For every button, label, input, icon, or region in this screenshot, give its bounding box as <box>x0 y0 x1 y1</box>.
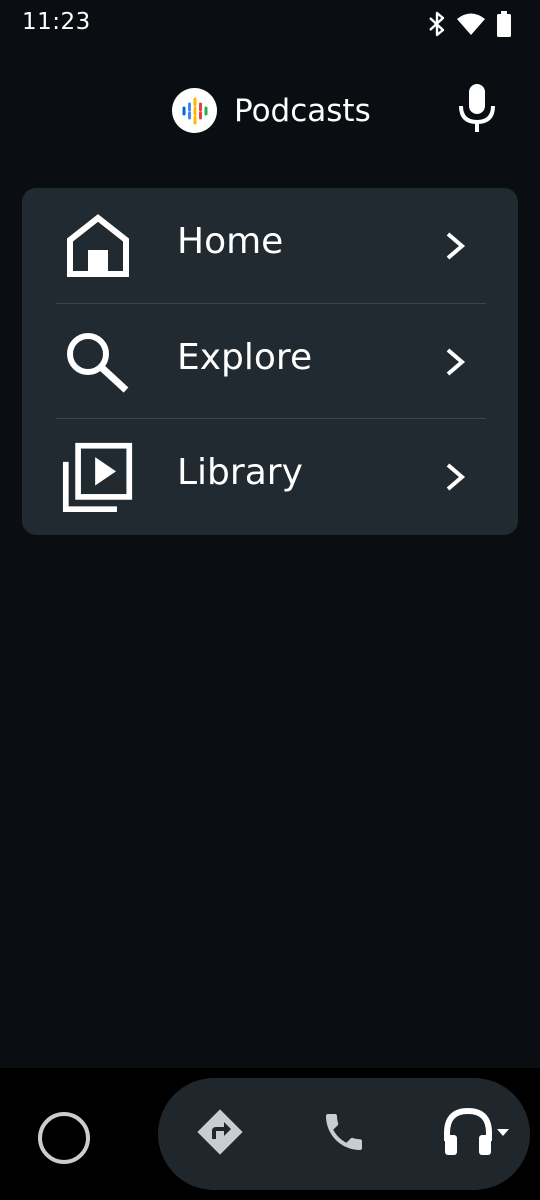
library-icon <box>62 441 134 513</box>
search-icon <box>62 326 134 398</box>
app-title-group: Podcasts <box>172 88 371 133</box>
bottom-nav-bar <box>0 1068 540 1200</box>
app-title: Podcasts <box>234 92 371 129</box>
navigation-button[interactable] <box>188 1104 252 1164</box>
status-icons <box>428 10 512 38</box>
app-header: Podcasts <box>0 74 540 150</box>
home-circle-button[interactable] <box>38 1112 90 1164</box>
chevron-right-icon <box>440 228 470 264</box>
menu-item-library[interactable]: Library <box>22 419 518 534</box>
microphone-icon <box>457 82 497 138</box>
chevron-right-icon <box>440 459 470 495</box>
phone-button[interactable] <box>312 1104 376 1164</box>
menu-item-label: Explore <box>177 337 313 378</box>
nav-pill <box>158 1078 530 1190</box>
menu-item-home[interactable]: Home <box>22 188 518 303</box>
status-time: 11:23 <box>22 9 91 35</box>
android-auto-screen: 11:23 Podcasts Home Explore Library <box>0 0 540 1200</box>
battery-icon <box>496 11 512 37</box>
status-bar: 11:23 <box>0 0 540 48</box>
phone-icon <box>320 1108 368 1160</box>
google-podcasts-logo-icon <box>172 88 217 133</box>
menu-item-label: Home <box>177 221 284 262</box>
media-button[interactable] <box>440 1104 514 1164</box>
microphone-button[interactable] <box>454 84 500 136</box>
wifi-icon <box>456 12 486 36</box>
bluetooth-icon <box>428 11 446 37</box>
menu-card: Home Explore Library <box>22 188 518 535</box>
headphones-icon <box>441 1105 513 1163</box>
navigation-icon <box>193 1105 247 1163</box>
chevron-right-icon <box>440 344 470 380</box>
home-icon <box>62 210 134 282</box>
menu-item-label: Library <box>177 452 303 493</box>
menu-item-explore[interactable]: Explore <box>22 304 518 419</box>
